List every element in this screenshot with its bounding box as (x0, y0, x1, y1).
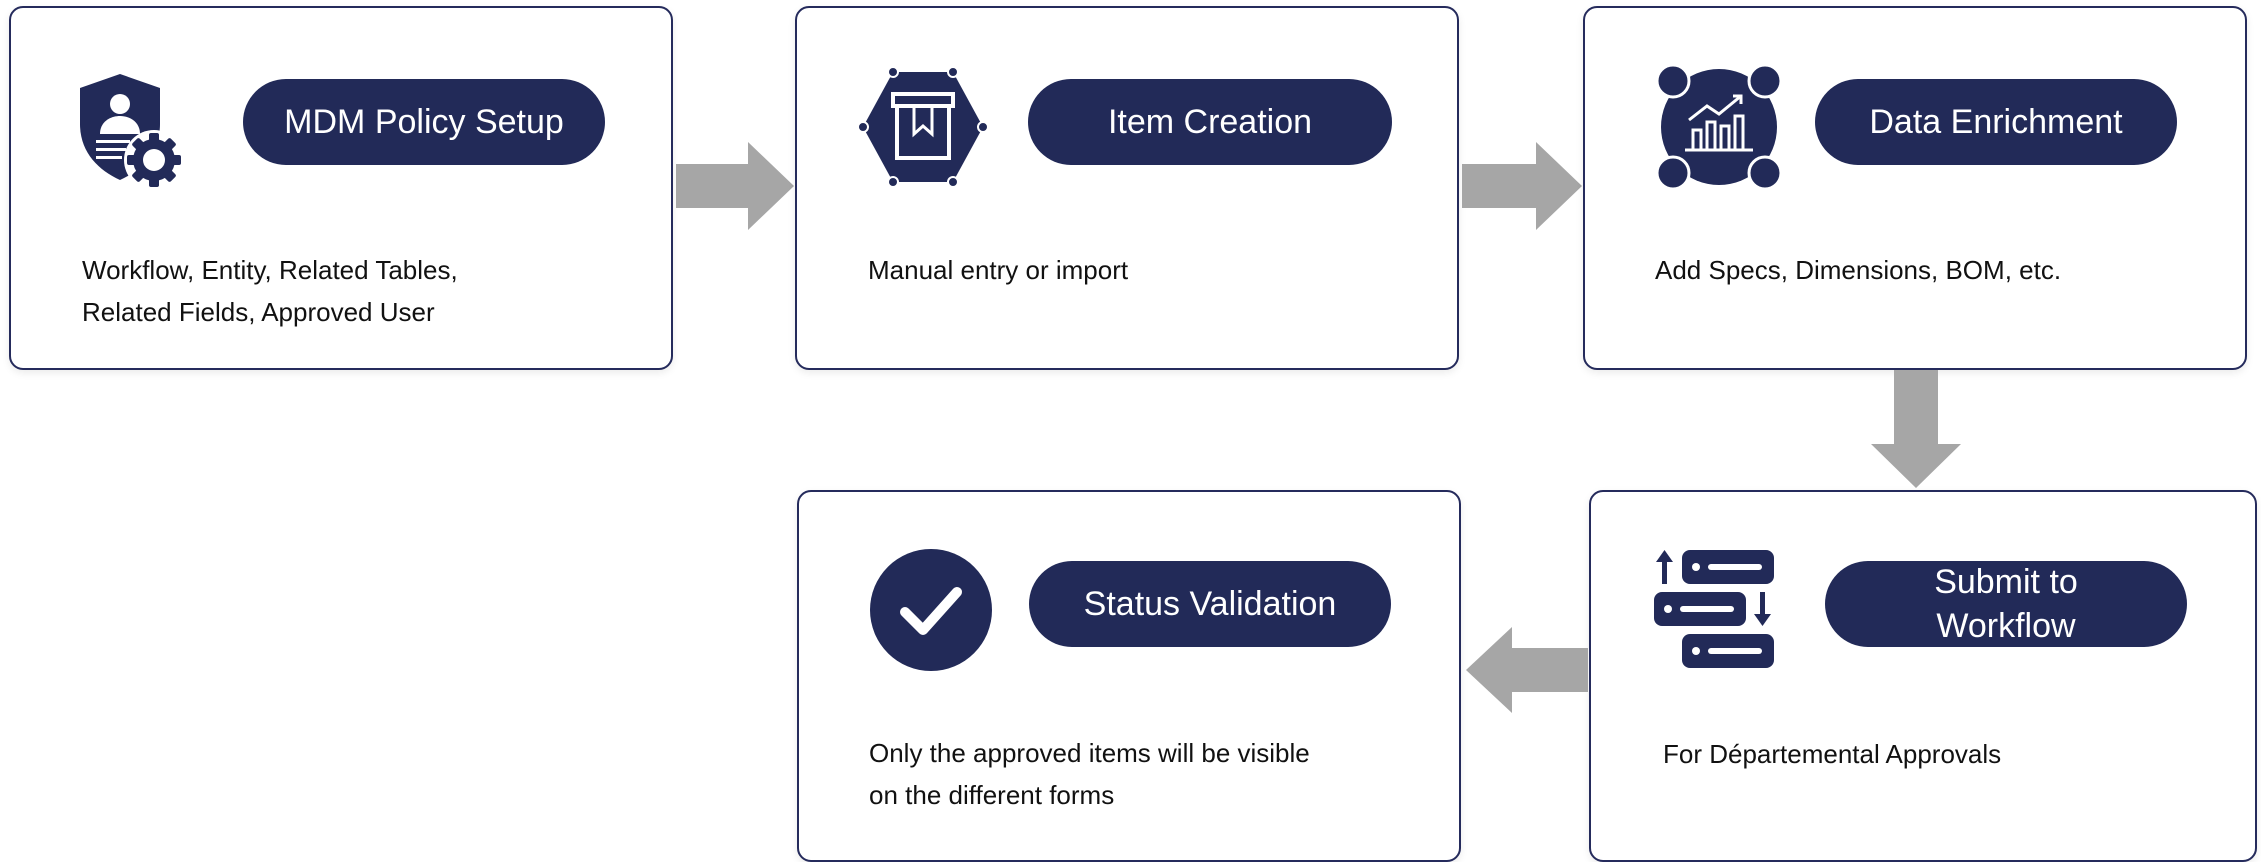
step-title-line: Workflow (1936, 607, 2076, 645)
step-description: For Départemental Approvals (1663, 733, 2001, 775)
flow-arrow-down (1871, 370, 1961, 488)
step-title: Data Enrichment (1815, 79, 2177, 165)
step-title: MDM Policy Setup (243, 79, 605, 165)
step-card-mdm-policy-setup: MDM Policy Setup Workflow, Entity, Relat… (9, 6, 673, 370)
step-description-line: on the different forms (869, 780, 1115, 810)
step-title-line: Submit to (1934, 563, 2078, 601)
step-description-line: Add Specs, Dimensions, BOM, etc. (1655, 255, 2062, 285)
box-hexagon-icon (859, 66, 987, 188)
step-description-line: For Départemental Approvals (1663, 739, 2002, 769)
step-title: Item Creation (1028, 79, 1392, 165)
server-sort-icon (1654, 550, 1774, 668)
step-description-line: Manual entry or import (868, 255, 1129, 285)
step-card-submit-to-workflow: Submit to Workflow For Départemental App… (1589, 490, 2257, 862)
checkmark-circle-icon (870, 549, 992, 671)
mdm-process-diagram: { "steps": [ { "title": "MDM Policy Setu… (0, 0, 2261, 862)
step-card-item-creation: Item Creation Manual entry or import (795, 6, 1459, 370)
step-description: Only the approved items will be visible … (869, 732, 1310, 816)
flow-arrow-left (1466, 627, 1588, 713)
step-description: Add Specs, Dimensions, BOM, etc. (1655, 249, 2061, 291)
step-description-line: Workflow, Entity, Related Tables, (82, 255, 458, 285)
chart-network-icon (1657, 64, 1781, 190)
step-description-line: Related Fields, Approved User (82, 297, 435, 327)
step-card-data-enrichment: Data Enrichment Add Specs, Dimensions, B… (1583, 6, 2247, 370)
step-card-status-validation: Status Validation Only the approved item… (797, 490, 1461, 862)
flow-arrow-right (1462, 142, 1582, 230)
flow-arrow-right (676, 142, 794, 230)
step-title: Submit to Workflow (1825, 561, 2187, 647)
step-description: Workflow, Entity, Related Tables, Relate… (82, 249, 458, 333)
step-title: Status Validation (1029, 561, 1391, 647)
step-description-line: Only the approved items will be visible (869, 738, 1310, 768)
step-description: Manual entry or import (868, 249, 1128, 291)
shield-user-gear-icon (80, 74, 184, 188)
